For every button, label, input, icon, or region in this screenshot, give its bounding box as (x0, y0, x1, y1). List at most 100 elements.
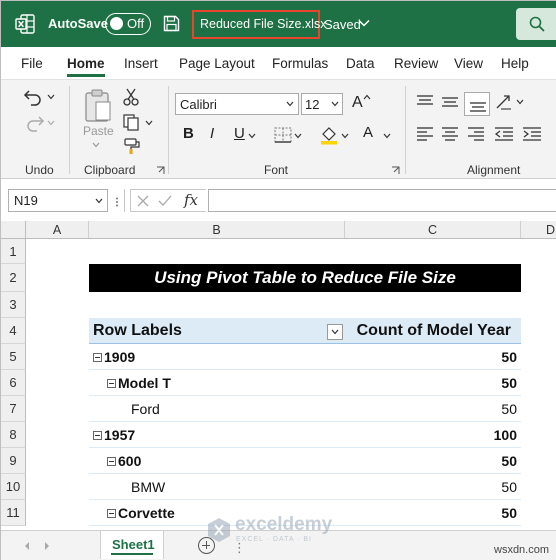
font-size-select[interactable]: 12 (301, 93, 343, 115)
orientation-dropdown-icon[interactable] (516, 99, 524, 105)
column-header-d[interactable]: D (521, 221, 556, 239)
paste-label[interactable]: Paste (83, 124, 114, 138)
collapse-icon[interactable] (93, 353, 102, 362)
underline-button[interactable]: U (234, 125, 245, 142)
orientation-icon[interactable] (495, 93, 515, 111)
format-painter-icon[interactable] (123, 138, 141, 154)
formula-input[interactable] (208, 189, 556, 212)
font-launcher-icon[interactable] (391, 166, 400, 175)
row-header-9[interactable]: 9 (1, 448, 26, 474)
borders-dropdown-icon[interactable] (294, 133, 302, 139)
row-header-5[interactable]: 5 (1, 344, 26, 370)
paste-icon[interactable] (83, 88, 113, 124)
pivot-row[interactable]: 1957 100 (89, 422, 521, 448)
tab-data[interactable]: Data (346, 56, 375, 71)
excel-logo-icon (15, 14, 35, 34)
copy-dropdown-icon[interactable] (145, 120, 153, 126)
increase-font-size-button[interactable]: A (352, 94, 363, 112)
font-color-dropdown-icon[interactable] (383, 133, 391, 139)
tab-insert[interactable]: Insert (124, 56, 158, 71)
search-button[interactable] (516, 8, 556, 40)
save-icon[interactable] (163, 15, 180, 32)
pivot-row[interactable]: 600 50 (89, 448, 521, 474)
clipboard-launcher-icon[interactable] (156, 166, 165, 175)
tab-help[interactable]: Help (501, 56, 529, 71)
scroll-sheets-right-icon[interactable] (43, 541, 51, 551)
fill-color-dropdown-icon[interactable] (341, 133, 349, 139)
filter-dropdown-button[interactable] (327, 324, 343, 340)
cut-icon[interactable] (122, 88, 140, 106)
file-name[interactable]: Reduced File Size.xlsx (200, 17, 326, 31)
align-center-icon[interactable] (441, 126, 459, 142)
tab-review[interactable]: Review (394, 56, 438, 71)
chevron-down-icon[interactable] (358, 18, 370, 28)
row-header-7[interactable]: 7 (1, 396, 26, 422)
tab-page-layout[interactable]: Page Layout (179, 56, 255, 71)
collapse-icon[interactable] (93, 431, 102, 440)
pivot-row[interactable]: 1909 50 (89, 344, 521, 370)
row-header-4[interactable]: 4 (1, 318, 26, 344)
caret-up-icon (363, 94, 371, 100)
more-options-icon[interactable] (114, 197, 120, 207)
fill-color-icon[interactable] (319, 125, 339, 145)
enter-check-icon[interactable] (158, 195, 172, 207)
collapse-icon[interactable] (107, 509, 116, 518)
sheet-title[interactable]: Using Pivot Table to Reduce File Size (89, 264, 521, 292)
worksheet-grid[interactable]: A B C D 1 2 3 4 5 6 7 8 9 10 11 Using Pi… (1, 221, 556, 530)
scroll-sheets-left-icon[interactable] (23, 541, 31, 551)
row-header-3[interactable]: 3 (1, 292, 26, 318)
row-header-8[interactable]: 8 (1, 422, 26, 448)
exceldemy-watermark: exceldemy EXCEL · DATA · BI (206, 514, 376, 548)
column-header-b[interactable]: B (89, 221, 345, 239)
insert-function-button[interactable]: fx (184, 191, 198, 209)
pivot-row[interactable]: Model T 50 (89, 370, 521, 396)
redo-icon[interactable] (23, 113, 45, 133)
pivot-row[interactable]: Ford 50 (89, 396, 521, 422)
name-box[interactable]: N19 (8, 189, 108, 212)
borders-icon[interactable] (274, 127, 292, 143)
autosave-toggle[interactable]: Off (105, 13, 151, 35)
pivot-row-label: Model T (118, 375, 171, 391)
bold-button[interactable]: B (183, 125, 194, 142)
italic-button[interactable]: I (210, 125, 214, 142)
tab-formulas[interactable]: Formulas (272, 56, 328, 71)
column-header-a[interactable]: A (26, 221, 89, 239)
pivot-row[interactable]: BMW 50 (89, 474, 521, 500)
row-header-11[interactable]: 11 (1, 500, 26, 526)
column-header-c[interactable]: C (345, 221, 521, 239)
row-header-2[interactable]: 2 (1, 264, 26, 292)
collapse-icon[interactable] (107, 379, 116, 388)
underline-dropdown-icon[interactable] (248, 133, 256, 139)
paste-dropdown-icon[interactable] (92, 142, 100, 148)
chevron-down-icon (331, 101, 339, 107)
pivot-row-label: 600 (118, 453, 142, 469)
font-color-button[interactable]: A (363, 124, 373, 141)
tab-file[interactable]: File (21, 56, 43, 71)
tab-home[interactable]: Home (67, 56, 105, 71)
sheet-tab-sheet1[interactable]: Sheet1 (100, 531, 164, 559)
align-left-icon[interactable] (416, 126, 434, 142)
row-header-1[interactable]: 1 (1, 239, 26, 264)
align-top-icon[interactable] (416, 94, 434, 110)
pivot-header-row[interactable]: Row Labels Count of Model Year (89, 318, 521, 344)
align-middle-icon[interactable] (441, 94, 459, 110)
saved-status[interactable]: Saved (324, 17, 361, 32)
undo-dropdown-icon[interactable] (47, 94, 55, 100)
copy-icon[interactable] (122, 113, 140, 131)
align-right-icon[interactable] (467, 126, 485, 142)
increase-indent-icon[interactable] (522, 126, 542, 142)
font-name-select[interactable]: Calibri (175, 93, 299, 115)
undo-icon[interactable] (23, 87, 45, 107)
redo-dropdown-icon[interactable] (47, 120, 55, 126)
row-header-10[interactable]: 10 (1, 474, 26, 500)
decrease-indent-icon[interactable] (494, 126, 514, 142)
select-all-corner[interactable] (1, 221, 26, 239)
watermark-tagline: EXCEL · DATA · BI (236, 536, 312, 543)
align-bottom-button[interactable] (464, 92, 490, 116)
tab-view[interactable]: View (454, 56, 483, 71)
row-header-6[interactable]: 6 (1, 370, 26, 396)
group-divider (405, 86, 406, 174)
cancel-icon[interactable] (137, 195, 149, 207)
collapse-icon[interactable] (107, 457, 116, 466)
watermark-brand: exceldemy (235, 514, 333, 535)
